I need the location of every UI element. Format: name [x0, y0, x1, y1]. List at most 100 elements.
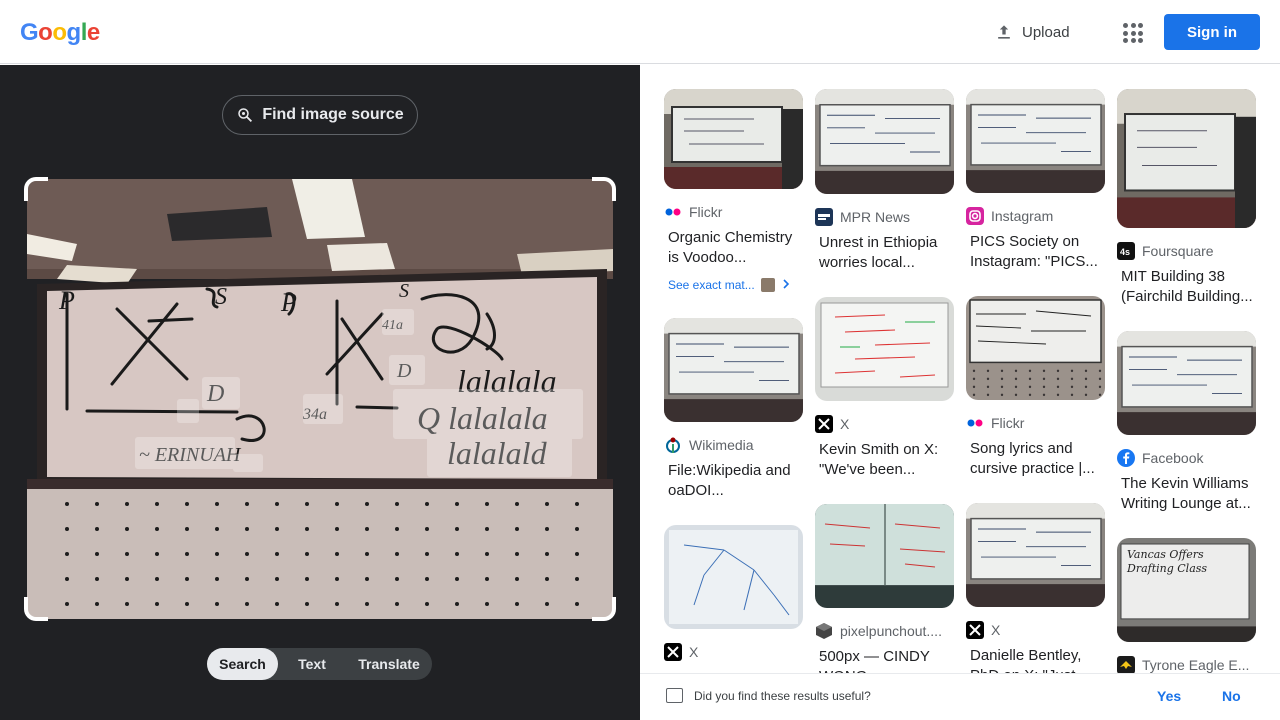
- upload-label: Upload: [1022, 23, 1070, 41]
- result-source[interactable]: MPR News: [815, 207, 954, 227]
- crop-handle-bottom-right[interactable]: [592, 597, 616, 621]
- x-icon: [815, 415, 833, 433]
- result-source-name: X: [689, 644, 699, 660]
- result-source[interactable]: Tyrone Eagle E...: [1117, 655, 1256, 673]
- svg-text:P: P: [280, 288, 297, 317]
- tab-text[interactable]: Text: [278, 648, 346, 680]
- result-thumbnail[interactable]: [815, 89, 954, 194]
- svg-text:S: S: [215, 284, 227, 310]
- result-source-name: Flickr: [689, 204, 723, 220]
- result-thumbnail[interactable]: [966, 296, 1105, 400]
- result-title[interactable]: Kevin Smith on X: "We've been...: [815, 440, 954, 480]
- logo-letter: G: [20, 19, 39, 46]
- result-card[interactable]: Vancas Offers Drafting Class Tyrone Eagle…: [1117, 538, 1256, 673]
- result-source[interactable]: Flickr: [664, 202, 803, 222]
- results-column-3: Instagram PICS Society on Instagram: "PIC…: [966, 89, 1105, 673]
- find-image-source-button[interactable]: Find image source: [222, 95, 418, 135]
- result-source-name: pixelpunchout....: [840, 623, 942, 639]
- result-card[interactable]: X: [664, 525, 803, 662]
- result-title[interactable]: Danielle Bentley, PhD on X: "Just...: [966, 646, 1105, 673]
- find-image-source-label: Find image source: [262, 106, 404, 123]
- results-column-4: 4s Foursquare MIT Building 38 (Fairchild B…: [1117, 89, 1256, 673]
- result-source[interactable]: X: [664, 642, 803, 662]
- crop-handle-bottom-left[interactable]: [24, 597, 48, 621]
- exact-match-thumbnail: [760, 278, 775, 292]
- feedback-question: Did you find these results useful?: [694, 689, 871, 703]
- feedback-no-button[interactable]: No: [1222, 688, 1241, 704]
- mode-switcher: Search Text Translate: [207, 648, 432, 680]
- result-thumbnail[interactable]: [664, 525, 803, 629]
- result-source-name: Foursquare: [1142, 243, 1214, 259]
- result-card[interactable]: X Danielle Bentley, PhD on X: "Just...: [966, 503, 1105, 673]
- result-source[interactable]: X: [966, 620, 1105, 640]
- svg-text:S: S: [399, 280, 409, 302]
- see-exact-matches-link[interactable]: See exact mat...: [664, 276, 803, 294]
- result-card[interactable]: 4s Foursquare MIT Building 38 (Fairchild B…: [1117, 89, 1256, 307]
- result-thumbnail[interactable]: [966, 89, 1105, 193]
- results-column-2: MPR News Unrest in Ethiopia worries local…: [815, 89, 954, 673]
- upload-button[interactable]: Upload: [994, 20, 1070, 44]
- result-title[interactable]: Organic Chemistry is Voodoo...: [664, 228, 803, 268]
- results-column-1: Flickr Organic Chemistry is Voodoo... See …: [664, 89, 803, 673]
- result-source[interactable]: Instagram: [966, 206, 1105, 226]
- result-thumbnail[interactable]: [1117, 89, 1256, 228]
- result-source[interactable]: X: [815, 414, 954, 434]
- result-source[interactable]: Flickr: [966, 413, 1105, 433]
- result-thumbnail[interactable]: [1117, 331, 1256, 435]
- result-source[interactable]: pixelpunchout....: [815, 621, 954, 641]
- google-logo[interactable]: Google: [20, 19, 100, 47]
- x-icon: [664, 643, 682, 661]
- wikimedia-icon: [664, 436, 682, 454]
- result-title[interactable]: Unrest in Ethiopia worries local...: [815, 233, 954, 273]
- result-thumbnail[interactable]: [966, 503, 1105, 607]
- tab-translate[interactable]: Translate: [346, 648, 432, 680]
- logo-letter: e: [86, 19, 100, 46]
- flickr-icon: [966, 414, 984, 432]
- feedback-yes-button[interactable]: Yes: [1157, 688, 1181, 704]
- svg-text:P: P: [58, 286, 75, 315]
- eagle-icon: [1117, 656, 1135, 673]
- result-title[interactable]: 500px — CINDY WONG: [815, 647, 954, 673]
- result-card[interactable]: Wikimedia File:Wikipedia and oaDOI...: [664, 318, 803, 501]
- result-title[interactable]: MIT Building 38 (Fairchild Building...: [1117, 267, 1256, 307]
- sign-in-button[interactable]: Sign in: [1164, 14, 1260, 50]
- result-source-name: Facebook: [1142, 450, 1204, 466]
- x-icon: [966, 621, 984, 639]
- query-image-crop[interactable]: P P S S D D lalalala Q lalalala lalalald…: [24, 177, 616, 621]
- result-card[interactable]: pixelpunchout.... 500px — CINDY WONG: [815, 504, 954, 673]
- see-exact-matches-label: See exact mat...: [668, 278, 755, 292]
- feedback-icon: [666, 688, 683, 703]
- result-source[interactable]: Wikimedia: [664, 435, 803, 455]
- result-card[interactable]: Flickr Organic Chemistry is Voodoo... See …: [664, 89, 803, 294]
- result-thumbnail[interactable]: [664, 89, 803, 189]
- query-image-panel: Find image source P P S S lalalala Searc…: [0, 65, 640, 720]
- mpr-icon: [815, 208, 833, 226]
- result-thumbnail[interactable]: Vancas Offers Drafting Class: [1117, 538, 1256, 642]
- result-thumbnail[interactable]: [815, 504, 954, 608]
- result-source-name: MPR News: [840, 209, 911, 225]
- result-card[interactable]: Instagram PICS Society on Instagram: "PIC…: [966, 89, 1105, 272]
- facebook-icon: [1117, 449, 1135, 467]
- result-card[interactable]: X Kevin Smith on X: "We've been...: [815, 297, 954, 480]
- logo-letter: o: [38, 19, 53, 46]
- tab-search[interactable]: Search: [207, 648, 278, 680]
- result-thumbnail[interactable]: [664, 318, 803, 422]
- result-source[interactable]: 4s Foursquare: [1117, 241, 1256, 261]
- crop-handle-top-left[interactable]: [24, 177, 48, 201]
- result-title[interactable]: PICS Society on Instagram: "PICS...: [966, 232, 1105, 272]
- result-thumbnail[interactable]: [815, 297, 954, 401]
- result-title[interactable]: The Kevin Williams Writing Lounge at...: [1117, 474, 1256, 514]
- apps-grid-icon[interactable]: [1120, 20, 1144, 44]
- result-card[interactable]: MPR News Unrest in Ethiopia worries local…: [815, 89, 954, 273]
- result-source-name: X: [991, 622, 1001, 638]
- crop-handle-top-right[interactable]: [592, 177, 616, 201]
- result-card[interactable]: Flickr Song lyrics and cursive practice |…: [966, 296, 1105, 479]
- flickr-icon: [664, 203, 682, 221]
- result-source-name: Wikimedia: [689, 437, 754, 453]
- result-source[interactable]: Facebook: [1117, 448, 1256, 468]
- thumbnail-caption: Vancas Offers Drafting Class: [1127, 548, 1208, 575]
- result-title[interactable]: File:Wikipedia and oaDOI...: [664, 461, 803, 501]
- svg-text:4s: 4s: [1120, 247, 1130, 257]
- result-card[interactable]: Facebook The Kevin Williams Writing Loung…: [1117, 331, 1256, 514]
- result-title[interactable]: Song lyrics and cursive practice |...: [966, 439, 1105, 479]
